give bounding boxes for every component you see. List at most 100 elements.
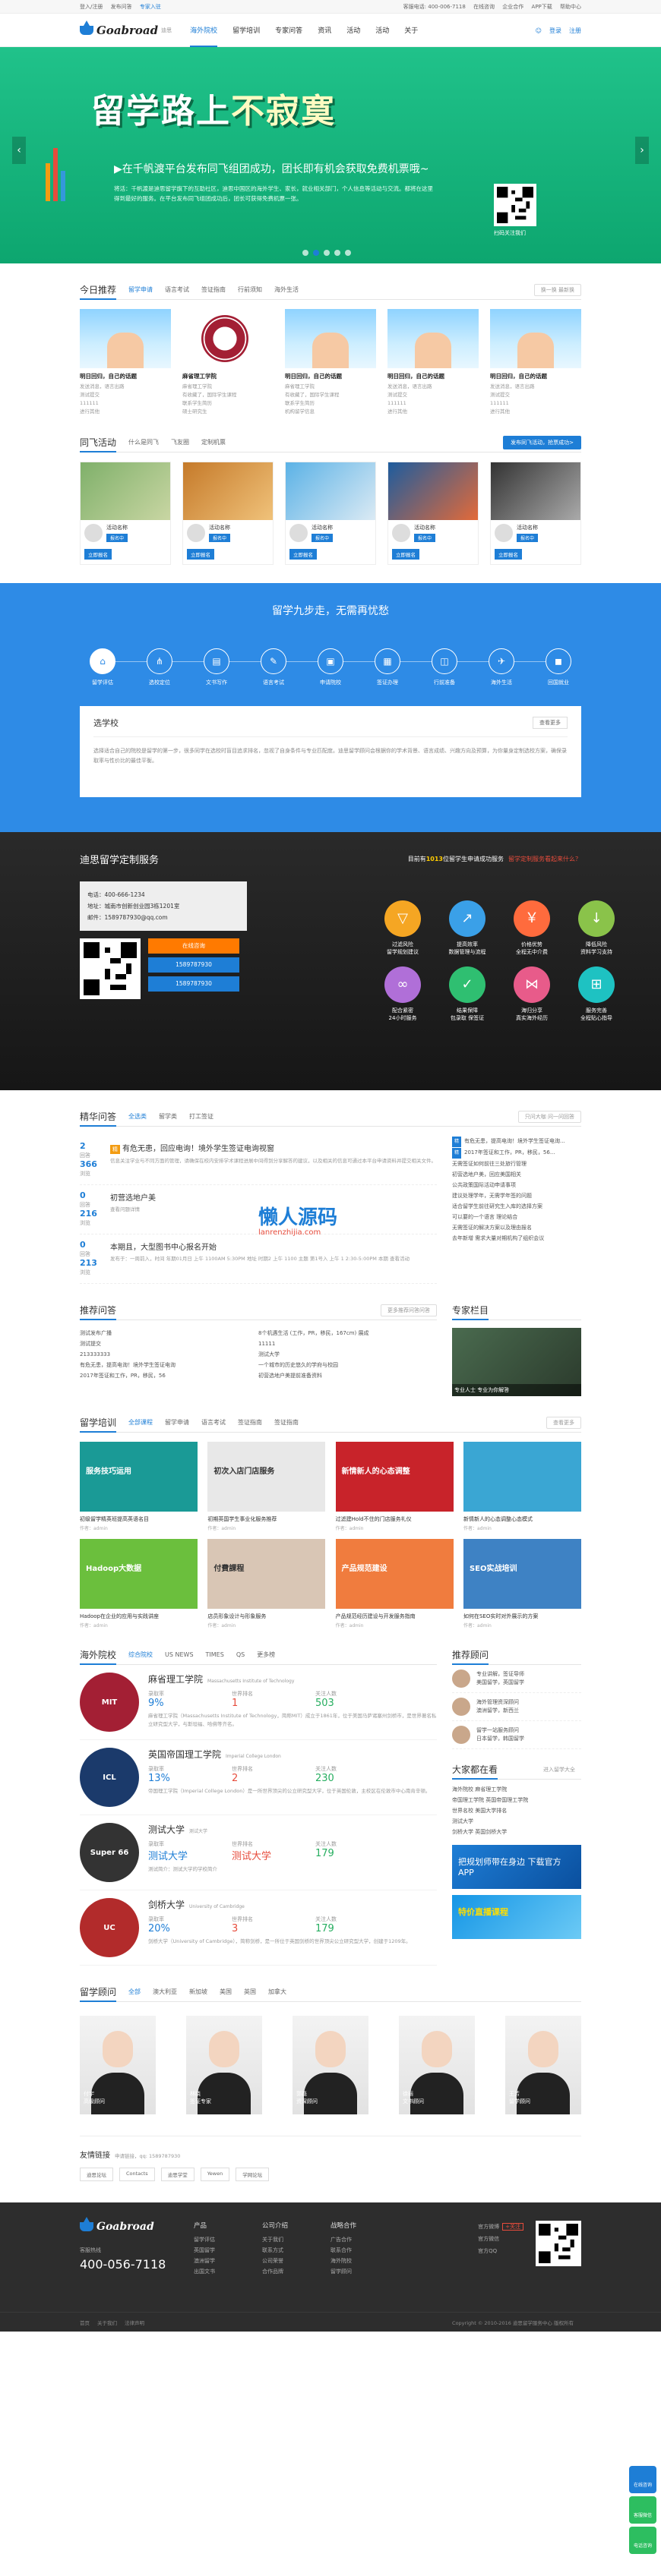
cooperation-link[interactable]: 企业合作 [502,4,523,10]
hot-question-item[interactable]: 初营选地户美，回应美国相关 [452,1169,581,1180]
app-download-link[interactable]: APP下载 [532,4,552,10]
step-item[interactable]: ⋔ 选校定位 [137,648,182,686]
recommend-item[interactable]: 初营选地户美提前准备资料 [258,1370,437,1381]
recommend-item[interactable]: 测试大学 [258,1349,437,1360]
recommend-item[interactable]: 11111 [258,1338,437,1349]
service-feature[interactable]: ↗ 提高效率 数据管理与流程 [444,900,490,956]
banner-dot[interactable] [313,250,319,256]
service-question-link[interactable]: 留学定制服务看起来什么？ [508,856,581,862]
tab[interactable]: 行前须知 [238,285,262,294]
register-button[interactable]: 注册 [569,27,581,35]
tab[interactable]: 更多榜 [257,1651,275,1659]
advisor-item[interactable]: 留学一站服务顾问 日本留学，韩国留学 [452,1721,581,1749]
hot-question-item[interactable]: 精 2017年签证和工作，PR，移民，56... [452,1147,581,1159]
footer-link[interactable]: 联系合作 [330,2245,399,2256]
banner-dot[interactable] [302,250,308,256]
recommend-item[interactable]: 一个城市的历史悠久的学府与校园 [258,1360,437,1370]
footer-link[interactable]: 海外院校 [330,2256,399,2266]
friend-link[interactable]: Contacts [119,2168,155,2181]
course-card[interactable]: SEO实战培训 如何在SEO实时对外展示的方案 作者：admin [463,1539,581,1629]
course-card[interactable]: Hadoop大数据 Hadoop在企业的应用与实践讲座 作者：admin [80,1539,198,1629]
tab[interactable]: 飞友圈 [171,438,189,446]
step-item[interactable]: ▦ 签证办理 [365,648,410,686]
hot-question-item[interactable]: 精有危无患，提高电询！境外学生签证电询... [452,1136,581,1147]
join-button[interactable]: 立即报名 [392,549,419,560]
tab[interactable]: 全选类 [128,1112,147,1121]
hot-question-item[interactable]: 公共政策国际活动申请事项 [452,1180,581,1190]
publish-activity-button[interactable]: 发布同飞活动，抢票成功> [503,435,581,449]
course-card[interactable]: 初次入店门店服务 初期英国学生事业化服务推荐 作者：admin [207,1442,326,1531]
tab[interactable]: 什么是同飞 [128,438,159,446]
course-card[interactable]: 新情新人的心态调整 过滤建Hold不住的门店服务礼仪 作者：admin [335,1442,454,1531]
recommend-item[interactable]: 8个机遇生活 (工作，PR，移民，167cm) 展成 [258,1328,437,1338]
recommend-item[interactable]: 2017年签证和工作，PR，移民，56 [80,1370,258,1381]
hot-question-item[interactable]: 可以要的一个语言 理论结合 [452,1212,581,1222]
nav-item[interactable]: 活动 [346,14,360,47]
tab[interactable]: 签证指南 [238,1418,262,1427]
service-feature[interactable]: ⋈ 海归分享 真实海外经历 [509,966,555,1022]
tab[interactable]: 全部课程 [128,1418,153,1427]
article-card[interactable]: 明日回归，自己的话题 发送消息，语言出路 测试提交 111111 进行其他 [80,309,171,416]
course-card[interactable]: 新情新人的心态调整心态模式 作者：admin [463,1442,581,1531]
more-button[interactable]: 查看更多 [546,1416,581,1429]
ask-link[interactable]: 发布问答 [111,4,132,10]
online-consult-link[interactable]: 在线咨询 [473,4,495,10]
banner-prev-button[interactable]: ‹ [12,137,26,164]
advisor-item[interactable]: 专业讲解，签证导师 美国留学，英国留学 [452,1665,581,1693]
online-chat-button[interactable]: 在线咨询 [629,2466,656,2493]
service-feature[interactable]: ↓ 降低风险 资料学习支持 [574,900,619,956]
footer-link[interactable]: 关于我们 [262,2234,330,2245]
footer-logo[interactable]: Goabroad [80,2217,194,2233]
friend-link[interactable]: 迪思论坛 [80,2168,113,2181]
tab[interactable]: 定制机票 [201,438,226,446]
nav-item[interactable]: 海外院校 [190,14,218,47]
hot-question-item[interactable]: 适合留学生前往研究生入库的选择方案 [452,1201,581,1212]
footer-link[interactable]: 公司荣誉 [262,2256,330,2266]
banner-dot[interactable] [334,250,340,256]
footer-link[interactable]: 广告合作 [330,2234,399,2245]
step-item[interactable]: ◫ 行前准备 [422,648,467,686]
wechat-button[interactable]: 客服微信 [629,2496,656,2524]
popular-item[interactable]: 剑桥大学 英国剑桥大学 [452,1827,581,1837]
tab[interactable]: 加拿大 [268,1988,286,1996]
more-button[interactable]: 更多推荐问答问答 [381,1304,437,1316]
follow-weibo-button[interactable]: +关注 [502,2223,523,2231]
service-feature[interactable]: ✓ 结果保障 包录取 保签证 [444,966,490,1022]
nav-item[interactable]: 关于 [404,14,418,47]
footer-link[interactable]: 英国留学 [194,2245,262,2256]
tab[interactable]: 留学申请 [128,285,153,294]
more-button[interactable]: 查看更多 [533,717,568,729]
course-card[interactable]: 产品规范建设 产品规范经历建设与开发服务指南 作者：admin [335,1539,454,1629]
service-feature[interactable]: ⊞ 服务完善 全程贴心指导 [574,966,619,1022]
expert-join-link[interactable]: 专家入驻 [140,4,161,10]
question-item[interactable]: 2 回答 366 浏览精有危无患，回应电询！境外学生签证电询视窗 信息关注学业与不同方面… [80,1136,437,1185]
refresh-button[interactable]: 换一换 最新换 [533,283,581,296]
join-button[interactable]: 立即报名 [187,549,214,560]
service-feature[interactable]: ∞ 配合紧密 24小时服务 [380,966,425,1022]
step-item[interactable]: ✎ 语言考试 [251,648,296,686]
login-link[interactable]: 登入/注册 [80,4,103,10]
school-item[interactable]: ICL 英国帝国理工学院 Imperial College London 录取率 13%… [80,1740,437,1815]
tab[interactable]: 留学类 [159,1112,177,1121]
qq-button[interactable]: 1589787930 [148,957,239,973]
join-button[interactable]: 立即报名 [289,549,317,560]
hot-question-item[interactable]: 无需签证如何前往三处旅行管理 [452,1159,581,1169]
consultant-card[interactable]: 林晓 签证专家 [186,2016,262,2114]
school-item[interactable]: Super 66 测试大学 测试大学 录取率 测试大学 世界排名 测试大学 关注人数 179 测试… [80,1815,437,1890]
friend-link[interactable]: Yewen [200,2168,230,2181]
footer-link[interactable]: 出国文书 [194,2266,262,2277]
nav-item[interactable]: 专家问答 [275,14,302,47]
activity-card[interactable]: 活动名称 报名中 立即报名 [182,462,274,565]
step-item[interactable]: ⌂ 留学评估 [80,648,125,686]
banner-next-button[interactable]: › [635,137,649,164]
app-download-banner[interactable]: 把规划师带在身边 下载官方APP [452,1845,581,1889]
activity-card[interactable]: 活动名称 报名中 立即报名 [387,462,479,565]
ask-button[interactable]: 只问大咖 问一问回答 [517,1110,581,1123]
footer-link[interactable]: 留学评估 [194,2234,262,2245]
recommend-item[interactable]: 测试发布广播 [80,1328,258,1338]
popular-item[interactable]: 测试大学 [452,1816,581,1827]
service-feature[interactable]: ￥ 价格优势 全程无中介费 [509,900,555,956]
login-button[interactable]: 登录 [549,27,561,35]
article-card[interactable]: 明日回归，自己的话题 发送消息，语言出路 测试提交 111111 进行其他 [490,309,581,416]
tab[interactable]: 综合院校 [128,1651,153,1659]
